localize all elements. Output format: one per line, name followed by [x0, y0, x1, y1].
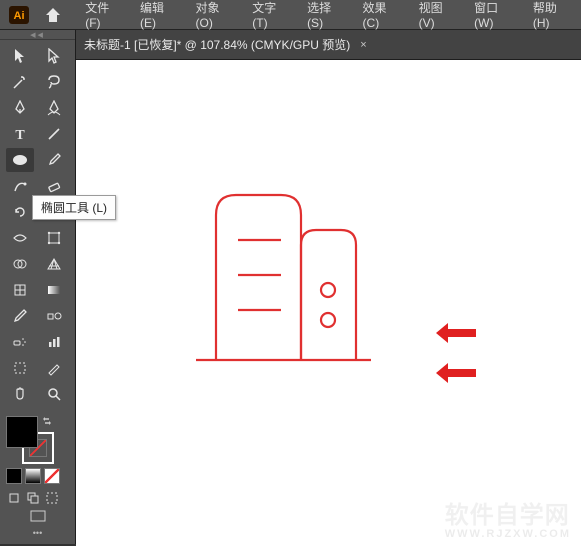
home-icon[interactable] [40, 4, 68, 26]
watermark-url: WWW.RJZXW.COM [445, 528, 571, 540]
hand-tool[interactable] [6, 382, 34, 406]
artboard-tool[interactable] [6, 356, 34, 380]
draw-normal-icon[interactable] [6, 490, 22, 506]
column-graph-tool[interactable] [40, 330, 68, 354]
document-tab[interactable]: 未标题-1 [已恢复]* @ 107.84% (CMYK/GPU 预览) × [76, 30, 375, 59]
magic-wand-tool[interactable] [6, 70, 34, 94]
menu-window[interactable]: 窗口(W) [466, 0, 525, 36]
watermark: 软件自学网 WWW.RJZXW.COM [445, 495, 571, 540]
draw-behind-icon[interactable] [25, 490, 41, 506]
width-tool[interactable] [6, 226, 34, 250]
gradient-tool[interactable] [40, 278, 68, 302]
color-mode-gradient[interactable] [25, 468, 41, 484]
menu-help[interactable]: 帮助(H) [525, 0, 581, 36]
fill-swatch[interactable] [6, 416, 38, 448]
artwork: 软件自学网 WWW.RJZXW.COM [76, 60, 581, 546]
eyedropper-tool[interactable] [6, 304, 34, 328]
app-logo-icon: Ai [4, 4, 34, 26]
canvas[interactable]: 软件自学网 WWW.RJZXW.COM [76, 60, 581, 546]
symbol-sprayer-tool[interactable] [6, 330, 34, 354]
swap-fill-stroke-icon[interactable] [42, 416, 52, 426]
menu-view[interactable]: 视图(V) [411, 0, 466, 36]
color-mode-none[interactable] [44, 468, 60, 484]
drawing-icon [196, 170, 396, 370]
tools-grid: T [0, 40, 75, 412]
ellipse-tool[interactable] [6, 148, 34, 172]
slice-tool[interactable] [40, 356, 68, 380]
svg-text:T: T [15, 128, 25, 142]
perspective-grid-tool[interactable] [40, 252, 68, 276]
annotation-arrow-icon [436, 323, 476, 346]
curvature-tool[interactable] [40, 96, 68, 120]
line-segment-tool[interactable] [40, 122, 68, 146]
blend-tool[interactable] [40, 304, 68, 328]
watermark-text: 软件自学网 [445, 502, 570, 529]
close-tab-icon[interactable]: × [360, 39, 366, 51]
zoom-tool[interactable] [40, 382, 68, 406]
free-transform-tool[interactable] [40, 226, 68, 250]
document-tab-title: 未标题-1 [已恢复]* @ 107.84% (CMYK/GPU 预览) [84, 36, 350, 53]
type-tool[interactable]: T [6, 122, 34, 146]
direct-selection-tool[interactable] [40, 44, 68, 68]
mesh-tool[interactable] [6, 278, 34, 302]
tools-panel-grip-icon[interactable]: ◀◀ [0, 30, 75, 40]
tools-panel: ◀◀ T [0, 30, 76, 544]
tool-tooltip: 椭圆工具 (L) [32, 195, 116, 220]
color-mode-solid[interactable] [6, 468, 22, 484]
screen-mode-icon[interactable] [6, 510, 69, 524]
shape-builder-tool[interactable] [6, 252, 34, 276]
pen-tool[interactable] [6, 96, 34, 120]
edit-toolbar-icon[interactable]: ••• [6, 528, 69, 538]
shaper-tool[interactable] [6, 174, 34, 198]
paintbrush-tool[interactable] [40, 148, 68, 172]
lasso-tool[interactable] [40, 70, 68, 94]
rotate-tool[interactable] [6, 200, 34, 224]
annotation-arrow-icon [436, 363, 476, 386]
svg-text:Ai: Ai [13, 10, 24, 22]
draw-inside-icon[interactable] [44, 490, 60, 506]
color-swatch-area: ••• [0, 412, 75, 544]
fill-stroke-swatch[interactable] [6, 416, 54, 464]
menu-bar: Ai 文件(F) 编辑(E) 对象(O) 文字(T) 选择(S) 效果(C) 视… [0, 0, 581, 30]
selection-tool[interactable] [6, 44, 34, 68]
